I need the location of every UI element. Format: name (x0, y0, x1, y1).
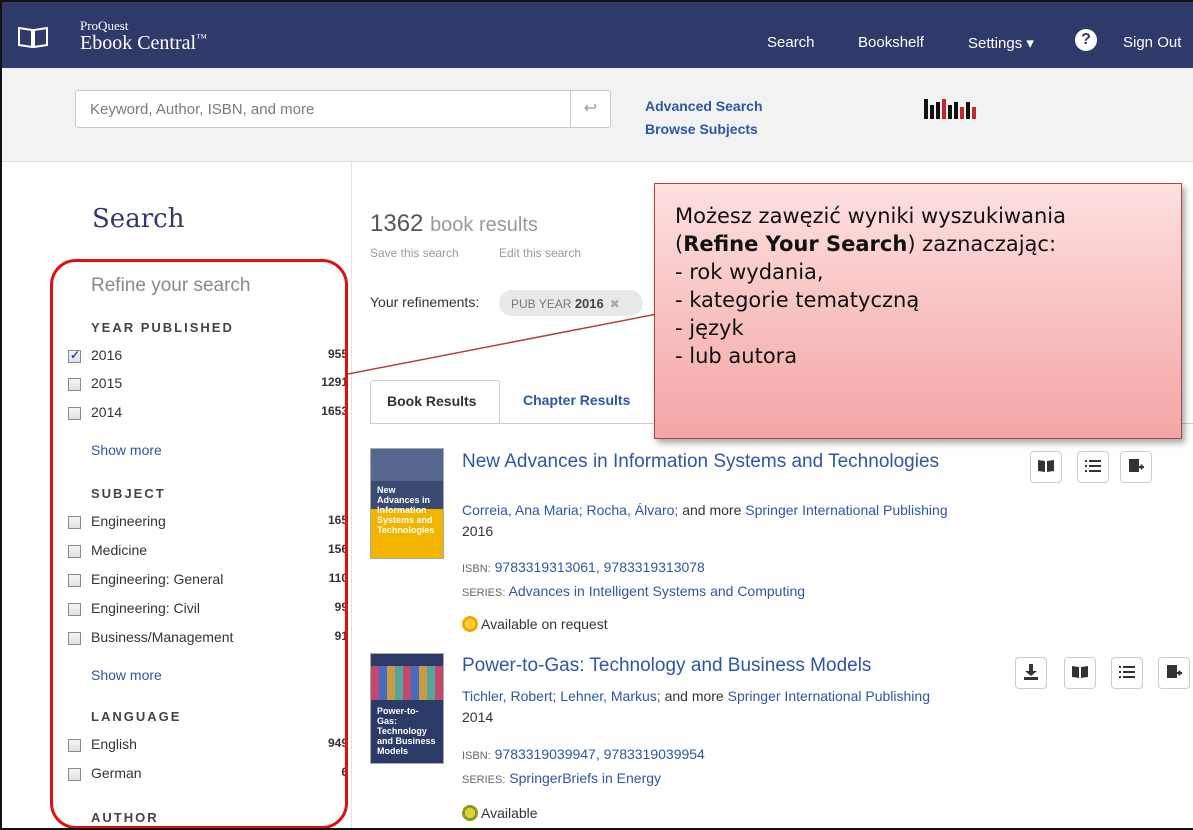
app-window: ProQuest Ebook Central™ Search Bookshelf… (0, 0, 1193, 830)
annotation-callout: Możesz zawęzić wyniki wyszukiwania (Refi… (654, 183, 1182, 439)
